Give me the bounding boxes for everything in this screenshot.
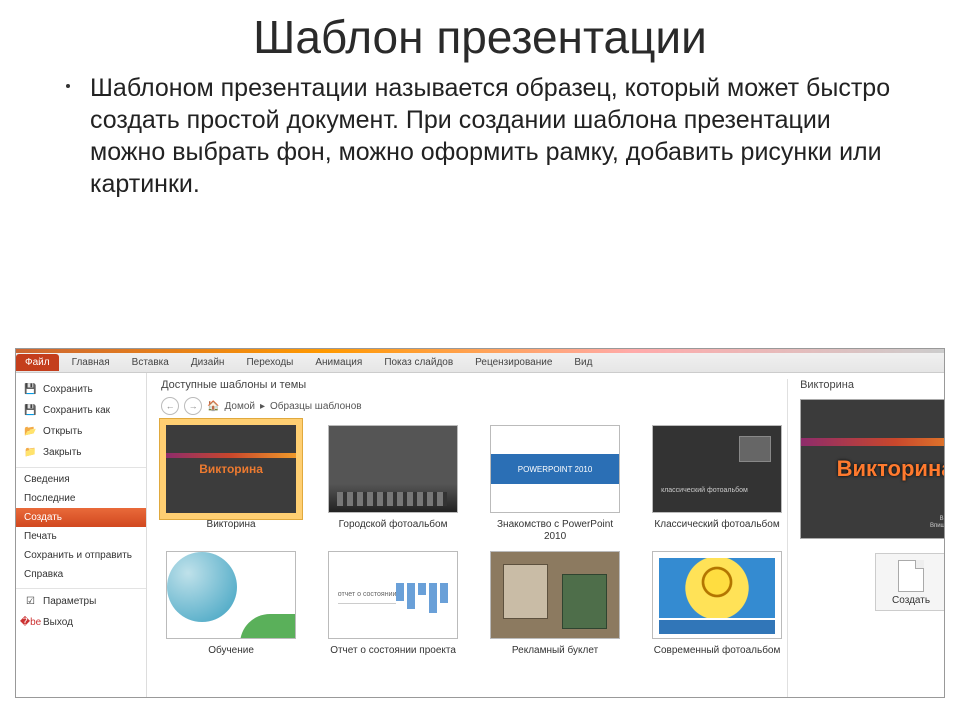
nav-share[interactable]: Сохранить и отправить (16, 546, 146, 565)
preview-title: Викторина (800, 379, 944, 391)
template-preview-pane: Викторина Викторина Впишите ответ Впишит… (787, 379, 944, 697)
nav-fwd-button[interactable]: → (184, 397, 202, 415)
home-icon: 🏠 (207, 401, 219, 412)
template-education[interactable]: Обучение (161, 551, 301, 671)
nav-info[interactable]: Сведения (16, 467, 146, 489)
tab-home[interactable]: Главная (63, 354, 119, 371)
nav-close[interactable]: 📁 Закрыть (16, 442, 146, 463)
template-label: Обучение (208, 645, 254, 671)
nav-options[interactable]: ☑ Параметры (16, 588, 146, 612)
thumb-text: классический фотоальбом (661, 487, 748, 494)
tab-view[interactable]: Вид (565, 354, 601, 371)
tab-design[interactable]: Дизайн (182, 354, 234, 371)
slide-title: Шаблон презентации (0, 0, 960, 72)
template-gallery: Викторина Викторина Городской фотоальбом… (161, 425, 787, 671)
nav-label: Создать (24, 512, 62, 523)
close-icon: 📁 (24, 446, 37, 459)
backstage-main: Доступные шаблоны и темы ← → 🏠 Домой ▸ О… (147, 373, 944, 697)
preview-footer-1: Впишите ответ (930, 516, 944, 523)
preview-footer-2: Впишите источник (930, 523, 944, 530)
thumb-text: отчет о состоянии (338, 586, 397, 604)
tab-file[interactable]: Файл (16, 354, 59, 371)
nav-label: Сведения (24, 474, 70, 485)
nav-print[interactable]: Печать (16, 527, 146, 546)
template-modern-album[interactable]: Современный фотоальбом (647, 551, 787, 671)
crumb-sep-icon: ▸ (260, 401, 265, 412)
thumb-text: Викторина (199, 462, 263, 476)
page-icon (898, 560, 924, 592)
create-label: Создать (892, 595, 930, 606)
nav-label: Печать (24, 531, 57, 542)
nav-label: Последние (24, 493, 75, 504)
template-label: Викторина (207, 519, 256, 545)
nav-save-as[interactable]: 💾 Сохранить как (16, 400, 146, 421)
slide-body: Шаблоном презентации называется образец,… (0, 72, 960, 200)
nav-label: Сохранить (43, 384, 93, 395)
tab-insert[interactable]: Вставка (123, 354, 178, 371)
template-brochure[interactable]: Рекламный буклет (485, 551, 625, 671)
template-thumb: Викторина (166, 425, 296, 513)
tab-review[interactable]: Рецензирование (466, 354, 561, 371)
nav-exit[interactable]: �be Выход (16, 612, 146, 633)
breadcrumb: ← → 🏠 Домой ▸ Образцы шаблонов (161, 397, 787, 415)
template-viktorina[interactable]: Викторина Викторина (161, 425, 301, 545)
templates-heading: Доступные шаблоны и темы (161, 379, 787, 391)
nav-save[interactable]: 💾 Сохранить (16, 379, 146, 400)
thumb-text: POWERPOINT 2010 (491, 454, 619, 484)
nav-label: Параметры (43, 596, 96, 607)
nav-label: Закрыть (43, 447, 82, 458)
tab-transitions[interactable]: Переходы (237, 354, 302, 371)
options-icon: ☑ (24, 595, 37, 608)
nav-recent[interactable]: Последние (16, 489, 146, 508)
template-label: Рекламный буклет (512, 645, 598, 671)
template-thumb (166, 551, 296, 639)
nav-open[interactable]: 📂 Открыть (16, 421, 146, 442)
template-classic-album[interactable]: классический фотоальбом Классический фот… (647, 425, 787, 545)
bullet-icon (66, 84, 70, 88)
template-thumb: отчет о состоянии (328, 551, 458, 639)
preview-main-text: Викторина (837, 456, 944, 482)
tab-animation[interactable]: Анимация (306, 354, 371, 371)
create-button[interactable]: Создать (875, 553, 944, 611)
nav-label: Сохранить и отправить (24, 550, 132, 561)
nav-label: Сохранить как (43, 405, 110, 416)
template-thumb: POWERPOINT 2010 (490, 425, 620, 513)
template-thumb (328, 425, 458, 513)
nav-back-button[interactable]: ← (161, 397, 179, 415)
template-city-album[interactable]: Городской фотоальбом (323, 425, 463, 545)
nav-help[interactable]: Справка (16, 565, 146, 584)
nav-new[interactable]: Создать (16, 508, 146, 527)
template-thumb (652, 551, 782, 639)
template-label: Отчет о состоянии проекта (330, 645, 456, 671)
crumb-home[interactable]: Домой (225, 401, 255, 412)
save-icon: 💾 (24, 383, 37, 396)
template-thumb (490, 551, 620, 639)
tab-slideshow[interactable]: Показ слайдов (375, 354, 462, 371)
template-ppt-intro[interactable]: POWERPOINT 2010 Знакомство с PowerPoint … (485, 425, 625, 545)
template-label: Городской фотоальбом (339, 519, 448, 545)
nav-label: Открыть (43, 426, 82, 437)
save-as-icon: 💾 (24, 404, 37, 417)
exit-icon: �be (24, 616, 37, 629)
crumb-current: Образцы шаблонов (270, 401, 362, 412)
ribbon-tabs: Файл Главная Вставка Дизайн Переходы Ани… (16, 353, 944, 373)
nav-label: Выход (43, 617, 73, 628)
open-icon: 📂 (24, 425, 37, 438)
template-label: Современный фотоальбом (654, 645, 781, 671)
preview-thumbnail: Викторина Впишите ответ Впишите источник (800, 399, 944, 539)
slide-paragraph: Шаблоном презентации называется образец,… (90, 72, 900, 200)
template-label: Знакомство с PowerPoint 2010 (485, 519, 625, 545)
template-thumb: классический фотоальбом (652, 425, 782, 513)
template-status-report[interactable]: отчет о состоянии Отчет о состоянии прое… (323, 551, 463, 671)
nav-label: Справка (24, 569, 63, 580)
backstage-nav: 💾 Сохранить 💾 Сохранить как 📂 Открыть 📁 Закр… (16, 373, 147, 697)
embedded-screenshot: Файл Главная Вставка Дизайн Переходы Ани… (15, 348, 945, 698)
template-label: Классический фотоальбом (654, 519, 779, 545)
